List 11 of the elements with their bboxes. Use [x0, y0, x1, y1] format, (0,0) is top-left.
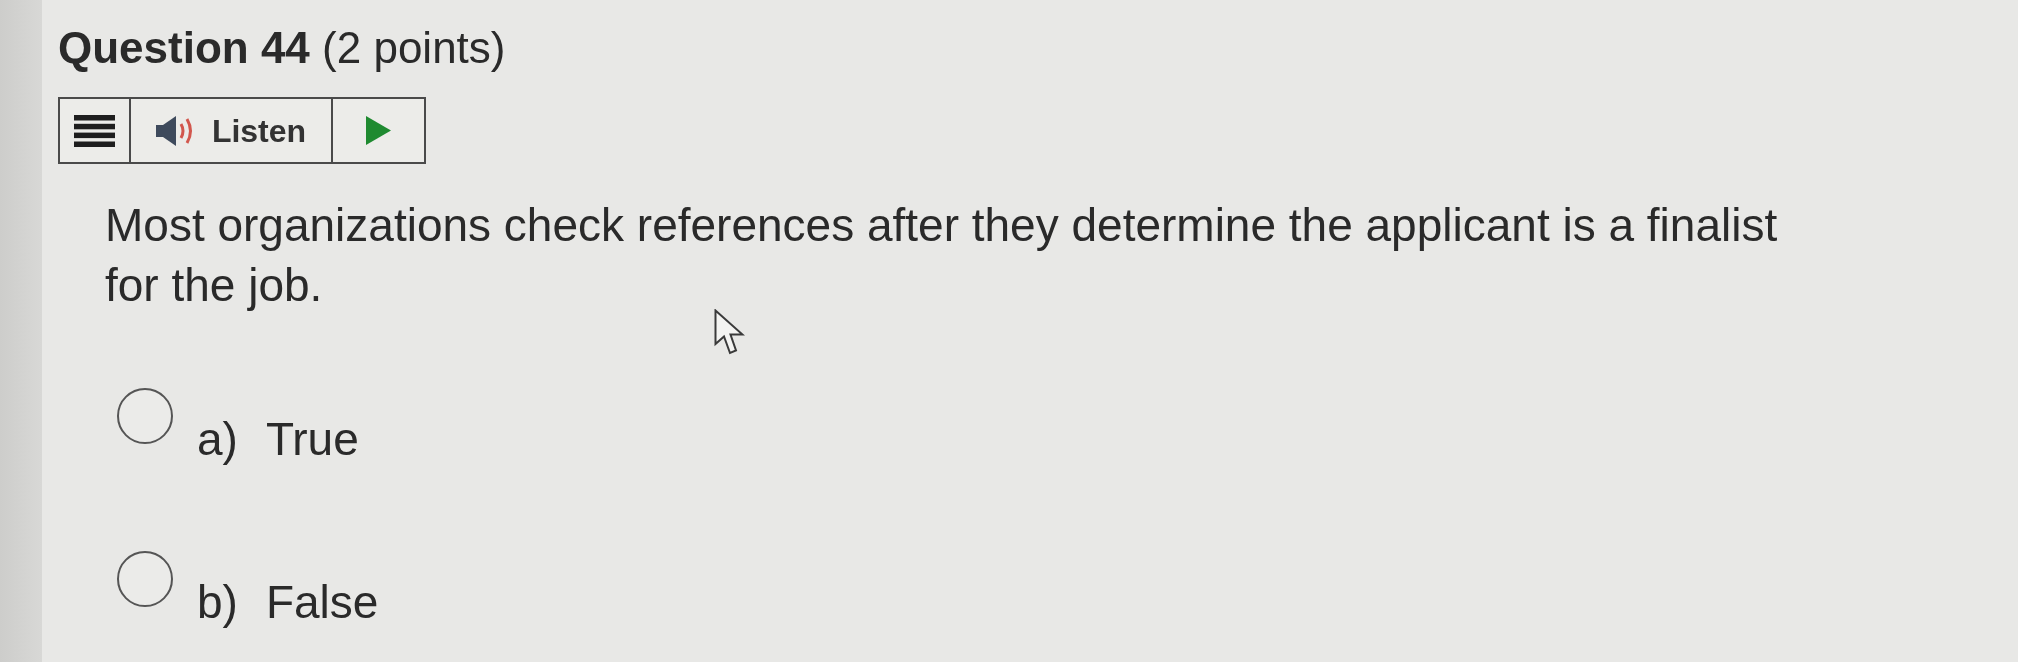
radio-button[interactable]	[117, 388, 173, 444]
play-icon	[366, 116, 391, 145]
cursor-icon	[714, 309, 745, 355]
option-label[interactable]: True	[265, 409, 359, 469]
radio-button[interactable]	[117, 551, 173, 607]
option-label[interactable]: False	[265, 572, 379, 632]
question-text: Most organizations check references after they determine the applicant is a finalist for the job.	[105, 198, 1779, 313]
menu-icon	[74, 114, 115, 147]
question-title: Question 44 (2 points)	[58, 22, 507, 74]
option-letter: a)	[197, 412, 238, 467]
option-letter: b)	[197, 575, 238, 630]
